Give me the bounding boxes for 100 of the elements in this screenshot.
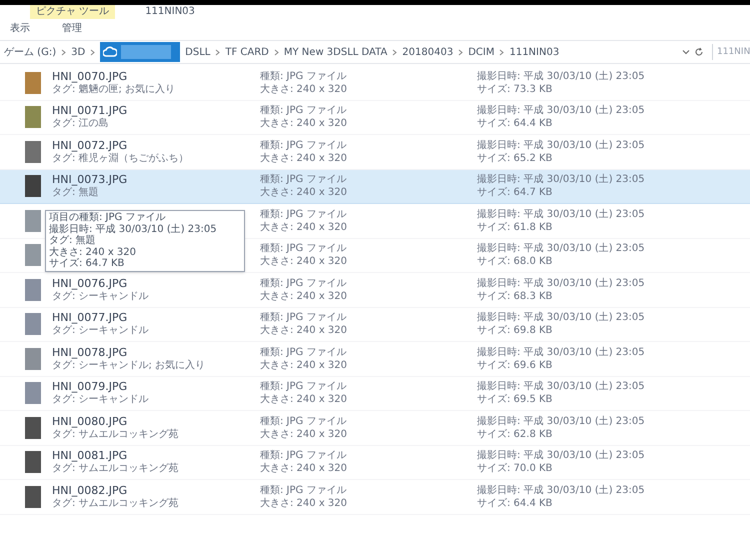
chevron-right-icon [215,48,220,56]
file-type: 種類: JPG ファイル [260,414,348,428]
file-date: 撮影日時: 平成 30/03/10 (土) 23:05 [477,311,645,324]
chevron-right-icon [392,48,398,56]
ribbon-tab[interactable]: 表示 [4,20,36,36]
thumbnail-placeholder [25,140,41,163]
chevron-right-icon [90,48,96,56]
file-row[interactable]: HNI_0081.JPG タグ: サムエルコッキング苑 種類: JPG ファイル 大きさ: 240 x 320 撮影日時: 平成 30/03/10 (土) 23:05 サイズ: 70.0 KB [0,446,750,480]
file-date: 撮影日時: 平成 30/03/10 (土) 23:05 [477,449,645,462]
file-type: 種類: JPG ファイル [260,484,348,497]
thumbnail-placeholder [25,382,41,404]
file-date: 撮影日時: 平成 30/03/10 (土) 23:05 [477,380,645,394]
thumbnail-placeholder [25,486,41,508]
file-size: サイズ: 69.8 KB [477,324,554,338]
file-date: 撮影日時: 平成 30/03/10 (土) 23:05 [477,484,645,497]
tooltip-line: 撮影日時: 平成 30/03/10 (土) 23:05 [49,224,218,235]
file-tag: タグ: シーキャンドル; お気に入り [52,358,260,372]
dropdown-chevron-icon[interactable] [682,48,690,56]
breadcrumb-item[interactable]: 3D [71,44,86,60]
file-type: 種類: JPG ファイル [260,449,348,462]
file-size: サイズ: 69.6 KB [477,358,554,372]
thumbnail-placeholder [25,416,41,439]
file-date: 撮影日時: 平成 30/03/10 (土) 23:05 [477,173,645,186]
file-dimensions: 大きさ: 240 x 320 [260,220,348,234]
breadcrumb-item[interactable]: 20180403 [402,44,454,60]
thumbnail-placeholder [25,175,41,198]
file-size: サイズ: 64.4 KB [477,117,554,130]
file-dimensions: 大きさ: 240 x 320 [260,152,348,165]
breadcrumb-item[interactable]: DSLL [185,44,210,60]
file-row[interactable]: HNI_0071.JPG タグ: 江の島 種類: JPG ファイル 大きさ: 240 x 320 撮影日時: 平成 30/03/10 (土) 23:05 サイズ: 64.4 KB [0,100,750,135]
file-name: HNI_0081.JPG [52,449,128,462]
file-row[interactable]: HNI_0082.JPG タグ: サムエルコッキング苑 種類: JPG ファイル 大きさ: 240 x 320 撮影日時: 平成 30/03/10 (土) 23:05 サイズ: 64.4 KB [0,480,750,514]
file-dimensions: 大きさ: 240 x 320 [260,82,348,96]
breadcrumb-item[interactable]: DCIM [468,44,494,60]
file-row[interactable]: HNI_0073.JPG タグ: 無題 種類: JPG ファイル 大きさ: 240 x 320 撮影日時: 平成 30/03/10 (土) 23:05 サイズ: 64.7 KB [0,170,750,204]
thumbnail-placeholder [25,244,41,266]
context-tab-label[interactable]: ピクチャ ツール [30,5,116,19]
file-date: 撮影日時: 平成 30/03/10 (土) 23:05 [477,414,645,428]
file-date: 撮影日時: 平成 30/03/10 (土) 23:05 [477,242,645,256]
thumbnail-placeholder [25,210,41,232]
file-dimensions: 大きさ: 240 x 320 [260,186,348,200]
file-type: 種類: JPG ファイル [260,242,348,256]
breadcrumb-item[interactable]: ゲーム (G:) [4,44,56,60]
file-name: HNI_0082.JPG [52,484,128,497]
file-date: 撮影日時: 平成 30/03/10 (土) 23:05 [477,70,645,83]
thumbnail-placeholder [25,278,41,301]
file-name: HNI_0079.JPG [52,380,128,394]
file-row[interactable]: HNI_0076.JPG タグ: シーキャンドル 種類: JPG ファイル 大きさ: 240 x 320 撮影日時: 平成 30/03/10 (土) 23:05 サイズ: 68.3 KB [0,273,750,308]
file-type: 種類: JPG ファイル [260,276,348,290]
file-tag: タグ: 江の島 [52,117,260,130]
file-size: サイズ: 65.2 KB [477,152,554,165]
file-dimensions: 大きさ: 240 x 320 [260,393,348,406]
file-row[interactable]: HNI_0078.JPG タグ: シーキャンドル; お気に入り 種類: JPG ファイル 大きさ: 240 x 320 撮影日時: 平成 30/03/10 (土) 23:05 サイズ: 69.6 KB [0,342,750,376]
file-tag: タグ: シーキャンドル [52,324,260,338]
file-type: 種類: JPG ファイル [260,173,348,186]
file-date: 撮影日時: 平成 30/03/10 (土) 23:05 [477,346,645,359]
file-dimensions: 大きさ: 240 x 320 [260,358,348,372]
breadcrumb-item[interactable]: TF CARD [225,44,269,60]
file-name: HNI_0073.JPG [52,173,128,186]
file-date: 撮影日時: 平成 30/03/10 (土) 23:05 [477,276,645,290]
file-tag: タグ: シーキャンドル [52,393,260,406]
file-tag: タグ: 魍魎の匣; お気に入り [52,82,260,96]
ribbon-tab[interactable]: 管理 [56,20,88,36]
file-dimensions: 大きさ: 240 x 320 [260,290,348,303]
file-row[interactable]: HNI_0077.JPG タグ: シーキャンドル 種類: JPG ファイル 大きさ: 240 x 320 撮影日時: 平成 30/03/10 (土) 23:05 サイズ: 69.8 KB [0,308,750,342]
file-size: サイズ: 61.8 KB [477,220,554,234]
chevron-right-icon [499,48,504,56]
thumbnail-placeholder [25,451,41,474]
file-row[interactable]: HNI_0080.JPG タグ: サムエルコッキング苑 種類: JPG ファイル 大きさ: 240 x 320 撮影日時: 平成 30/03/10 (土) 23:05 サイズ: 62.8 KB [0,411,750,446]
file-size: サイズ: 64.7 KB [477,186,554,200]
chevron-right-icon [274,48,279,56]
breadcrumb-item[interactable]: 111NIN03 [509,44,560,60]
file-tag: タグ: 無題 [52,186,260,200]
file-name: HNI_0078.JPG [52,346,128,359]
file-type: 種類: JPG ファイル [260,346,348,359]
file-type: 種類: JPG ファイル [260,70,348,83]
tooltip-line: 大きさ: 240 x 320 [49,246,137,258]
file-size: サイズ: 69.5 KB [477,393,554,406]
file-name: HNI_0076.JPG [52,276,128,290]
chevron-right-icon [61,48,66,56]
file-size: サイズ: 62.8 KB [477,428,554,441]
refresh-icon[interactable] [694,47,704,57]
file-tag: タグ: サムエルコッキング苑 [52,462,260,476]
file-tag: タグ: サムエルコッキング苑 [52,496,260,510]
file-type: 種類: JPG ファイル [260,104,348,118]
thumbnail-placeholder [25,106,41,128]
file-type: 種類: JPG ファイル [260,138,348,152]
thumbnail-placeholder [25,72,41,94]
file-name: HNI_0070.JPG [52,70,128,83]
tooltip-line: サイズ: 64.7 KB [49,258,126,270]
file-size: サイズ: 68.3 KB [477,290,554,303]
file-size: サイズ: 64.4 KB [477,496,554,510]
file-dimensions: 大きさ: 240 x 320 [260,324,348,338]
file-name: HNI_0071.JPG [52,104,128,118]
breadcrumb-item[interactable]: MY New 3DSLL DATA [284,44,388,60]
file-type: 種類: JPG ファイル [260,380,348,394]
file-row[interactable]: HNI_0070.JPG タグ: 魍魎の匣; お気に入り 種類: JPG ファイル 大きさ: 240 x 320 撮影日時: 平成 30/03/10 (土) 23:05 サイズ: 73.3 KB [0,66,750,100]
thumbnail-placeholder [25,348,41,370]
file-row[interactable]: HNI_0079.JPG タグ: シーキャンドル 種類: JPG ファイル 大きさ: 240 x 320 撮影日時: 平成 30/03/10 (土) 23:05 サイズ: 69.5 KB [0,376,750,411]
file-name: HNI_0077.JPG [52,311,128,324]
